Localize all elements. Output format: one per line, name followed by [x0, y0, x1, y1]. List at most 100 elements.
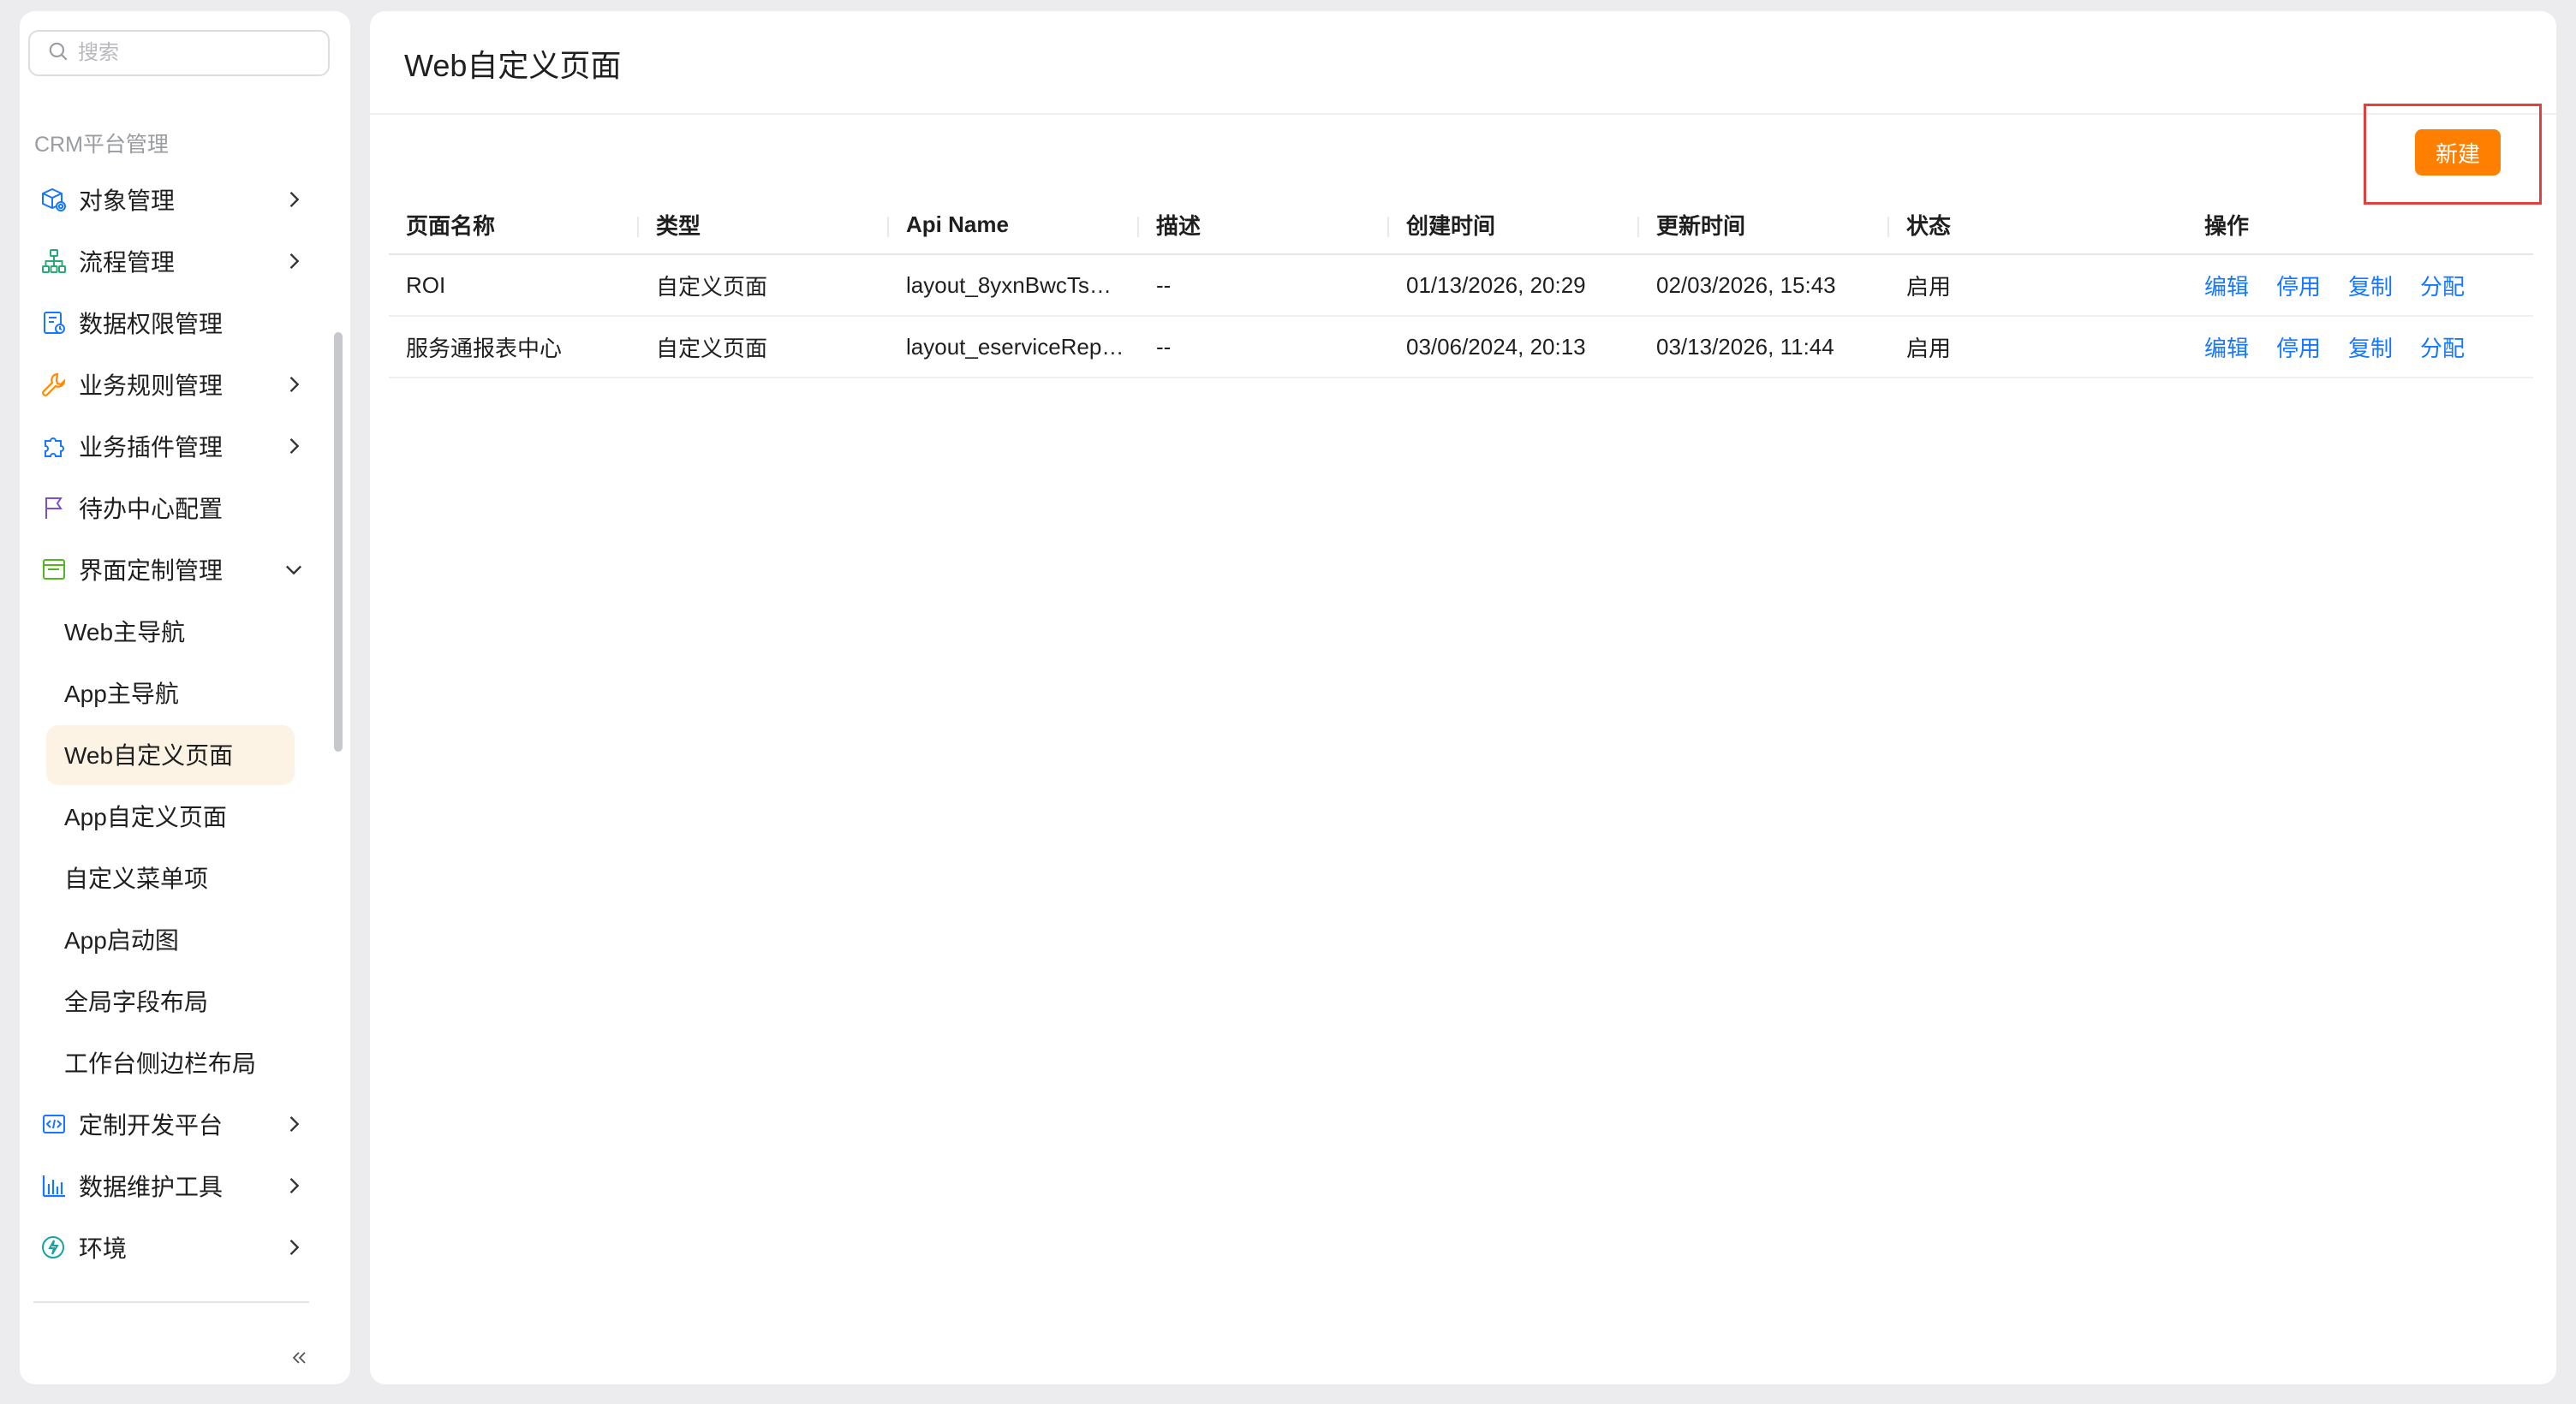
- disable-link[interactable]: 停用: [2276, 336, 2321, 361]
- chevron-right-icon: [282, 249, 306, 273]
- cell-type: 自定义页面: [639, 316, 889, 378]
- sidebar-menu: 对象管理 流程管理 数据权限管理 业务规则管理 业务插件管理 待办中心配置 界面…: [20, 169, 350, 1278]
- cell-status: 启用: [1889, 316, 2187, 378]
- sidebar-item-label: 数据权限管理: [79, 311, 224, 337]
- cell-page-name: 服务通报表中心: [389, 316, 639, 378]
- cell-created: 01/13/2026, 20:29: [1389, 254, 1639, 317]
- data-permission-icon: [39, 308, 69, 337]
- assign-link[interactable]: 分配: [2420, 336, 2465, 361]
- cell-updated: 02/03/2026, 15:43: [1639, 254, 1889, 317]
- chevron-down-icon: [282, 557, 306, 581]
- column-header: 描述: [1139, 196, 1389, 255]
- copy-link[interactable]: 复制: [2348, 274, 2393, 300]
- column-header: 更新时间: [1639, 196, 1889, 255]
- cell-type: 自定义页面: [639, 254, 889, 317]
- edit-link[interactable]: 编辑: [2204, 274, 2249, 300]
- column-header: 操作: [2187, 196, 2533, 255]
- sidebar-divider: [33, 1301, 309, 1303]
- table-header-row: 页面名称 类型 Api Name 描述 创建时间 更新时间 状态 操作: [389, 196, 2533, 255]
- sidebar-subitem-app-splash[interactable]: App启动图: [20, 908, 350, 970]
- cell-updated: 03/13/2026, 11:44: [1639, 316, 1889, 378]
- sidebar-item-business-plugins[interactable]: 业务插件管理: [20, 415, 350, 477]
- new-button[interactable]: 新建: [2415, 129, 2501, 176]
- column-header: Api Name: [889, 196, 1139, 255]
- sidebar-item-label: 定制开发平台: [79, 1112, 224, 1139]
- sidebar-item-business-rules[interactable]: 业务规则管理: [20, 354, 350, 415]
- cell-status: 启用: [1889, 254, 2187, 317]
- sidebar-subitem-label: Web主导航: [64, 619, 186, 645]
- search-icon: [47, 40, 69, 67]
- environment-gauge-icon: [39, 1233, 69, 1262]
- cell-page-name: ROI: [389, 254, 639, 317]
- title-divider: [370, 113, 2556, 115]
- cell-description: --: [1139, 254, 1389, 317]
- sidebar-item-label: 业务规则管理: [79, 372, 224, 399]
- chevron-right-icon: [282, 1112, 306, 1136]
- edit-link[interactable]: 编辑: [2204, 336, 2249, 361]
- column-header: 状态: [1889, 196, 2187, 255]
- flow-tree-icon: [39, 247, 69, 276]
- column-header: 类型: [639, 196, 889, 255]
- sidebar-item-label: 界面定制管理: [79, 557, 224, 584]
- cell-api-name: layout_eserviceRep…: [889, 316, 1139, 378]
- sidebar-item-data-permission[interactable]: 数据权限管理: [20, 292, 350, 354]
- wrench-icon: [39, 370, 69, 399]
- search-box[interactable]: [28, 30, 330, 76]
- chevron-right-icon: [282, 1235, 306, 1259]
- cell-actions: 编辑 停用 复制 分配: [2187, 316, 2533, 378]
- sidebar-item-label: 环境: [79, 1235, 128, 1262]
- puzzle-icon: [39, 431, 69, 461]
- chevron-right-icon: [282, 434, 306, 458]
- sidebar-subitem-label: Web自定义页面: [64, 742, 234, 769]
- sidebar-subitem-global-field-layout[interactable]: 全局字段布局: [20, 970, 350, 1032]
- sidebar-subitem-label: 全局字段布局: [64, 989, 209, 1015]
- code-icon: [39, 1110, 69, 1139]
- sidebar-item-data-maintenance[interactable]: 数据维护工具: [20, 1155, 350, 1217]
- object-cube-icon: [39, 185, 69, 214]
- sidebar-scrollbar[interactable]: [334, 332, 343, 752]
- search-input[interactable]: [78, 41, 318, 65]
- sidebar-subitem-web-custom-page[interactable]: Web自定义页面: [20, 723, 350, 785]
- table-row: ROI 自定义页面 layout_8yxnBwcTs… -- 01/13/202…: [389, 254, 2533, 317]
- sidebar-item-ui-customization[interactable]: 界面定制管理: [20, 538, 350, 600]
- sidebar: CRM平台管理 对象管理 流程管理 数据权限管理: [20, 11, 350, 1384]
- copy-link[interactable]: 复制: [2348, 336, 2393, 361]
- sidebar-item-environment[interactable]: 环境: [20, 1217, 350, 1278]
- section-title: CRM平台管理: [34, 133, 169, 157]
- sidebar-subitem-label: App启动图: [64, 927, 179, 954]
- sidebar-item-label: 数据维护工具: [79, 1174, 224, 1200]
- table-row: 服务通报表中心 自定义页面 layout_eserviceRep… -- 03/…: [389, 316, 2533, 378]
- sidebar-item-label: 对象管理: [79, 187, 176, 214]
- pages-table: 页面名称 类型 Api Name 描述 创建时间 更新时间 状态 操作 ROI …: [389, 196, 2533, 378]
- sidebar-item-label: 业务插件管理: [79, 434, 224, 461]
- page-title: Web自定义页面: [404, 48, 622, 83]
- sidebar-item-dev-platform[interactable]: 定制开发平台: [20, 1093, 350, 1155]
- sidebar-subitem-app-main-nav[interactable]: App主导航: [20, 662, 350, 723]
- sidebar-subitem-workbench-sidebar-layout[interactable]: 工作台侧边栏布局: [20, 1032, 350, 1093]
- chevron-right-icon: [282, 187, 306, 211]
- sidebar-subitem-web-main-nav[interactable]: Web主导航: [20, 600, 350, 662]
- sidebar-item-label: 待办中心配置: [79, 496, 224, 522]
- collapse-sidebar-button[interactable]: [287, 1347, 313, 1372]
- assign-link[interactable]: 分配: [2420, 274, 2465, 300]
- disable-link[interactable]: 停用: [2276, 274, 2321, 300]
- sidebar-item-todo-center[interactable]: 待办中心配置: [20, 477, 350, 538]
- sidebar-item-object-management[interactable]: 对象管理: [20, 169, 350, 230]
- column-header: 创建时间: [1389, 196, 1639, 255]
- cell-actions: 编辑 停用 复制 分配: [2187, 254, 2533, 317]
- column-header: 页面名称: [389, 196, 639, 255]
- layout-window-icon: [39, 555, 69, 584]
- sidebar-subitem-label: 工作台侧边栏布局: [64, 1050, 257, 1077]
- sidebar-subitem-app-custom-page[interactable]: App自定义页面: [20, 785, 350, 847]
- sidebar-item-label: 流程管理: [79, 249, 176, 276]
- sidebar-subitem-label: App主导航: [64, 681, 179, 707]
- double-chevron-left-icon: [289, 1347, 310, 1372]
- flag-icon: [39, 493, 69, 522]
- sidebar-subitem-custom-menu-item[interactable]: 自定义菜单项: [20, 847, 350, 908]
- main-panel: Web自定义页面 新建 页面名称 类型 Api Name 描述 创建时间 更新时…: [370, 11, 2556, 1384]
- sidebar-item-flow-management[interactable]: 流程管理: [20, 230, 350, 292]
- sidebar-subitem-label: App自定义页面: [64, 804, 227, 830]
- cell-created: 03/06/2024, 20:13: [1389, 316, 1639, 378]
- chevron-right-icon: [282, 372, 306, 396]
- chevron-right-icon: [282, 1174, 306, 1198]
